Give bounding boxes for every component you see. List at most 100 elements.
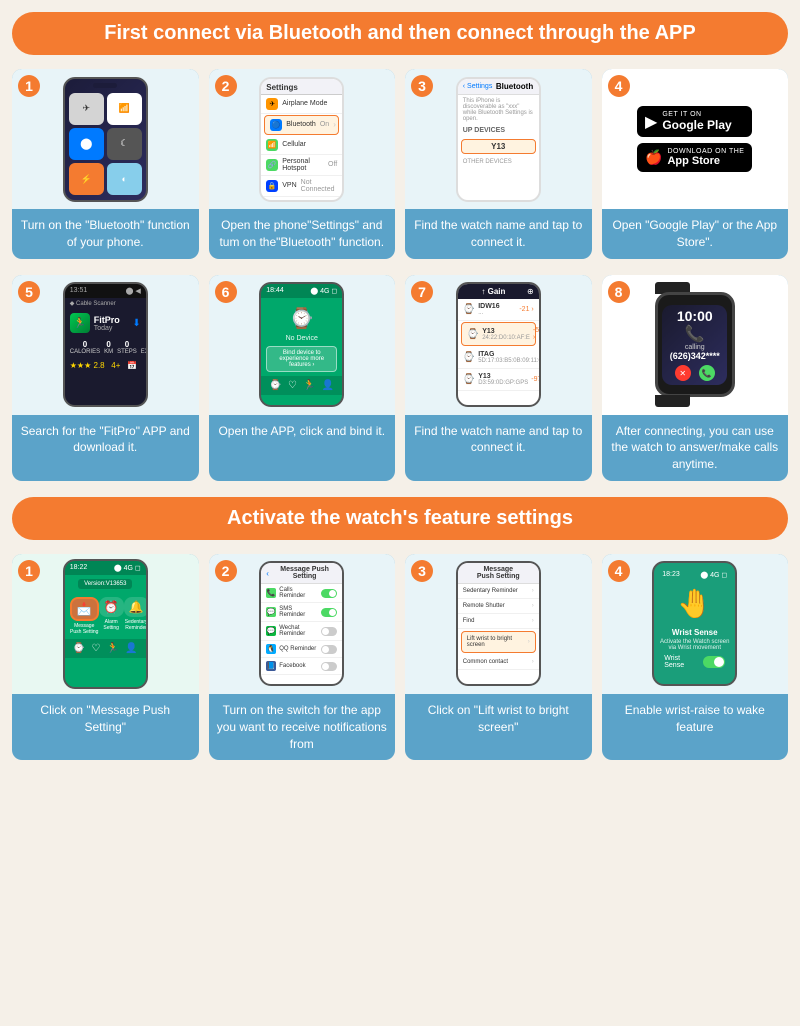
step-6-number: 6	[215, 281, 237, 303]
bind-no-device: No Device	[261, 335, 342, 342]
s2-facebook-toggle[interactable]	[321, 662, 337, 671]
step-6-desc: Open the APP, click and bind it.	[209, 415, 396, 481]
liftwrist-screen-mockup: MessagePush Setting Sedentary Reminder ›…	[456, 561, 541, 686]
devlist-y13-rssi: -57 ›	[533, 327, 541, 341]
devlist-icon-right: ⊕	[527, 287, 534, 296]
s2-calls-label: Calls Reminder	[279, 587, 318, 599]
ws-toggle[interactable]	[703, 656, 725, 668]
s2-sms-row: 💬 SMS Reminder	[261, 603, 342, 622]
devlist-y13-icon: ⌚	[467, 329, 479, 340]
s2-msgpush-header: ‹ Message Push Setting	[261, 563, 342, 584]
cellular-label: Cellular	[282, 141, 337, 148]
watch-answer-btn[interactable]: 📞	[699, 365, 715, 381]
bluetooth-screen-mockup: ‹ Settings Bluetooth This iPhone is disc…	[456, 77, 541, 202]
step-1-image: 1 ✈ 📶 ⬤ ☾ ⚡ ◐	[12, 69, 199, 209]
devlist-y13-2-rssi: -97	[531, 376, 541, 383]
lw-liftwrist-row[interactable]: Lift wrist to bright screen ›	[461, 631, 536, 653]
step-3-image: 3 ‹ Settings Bluetooth This iPhone is di…	[405, 69, 592, 209]
cc-misc-btn: ☾	[107, 128, 142, 160]
devlist-idw16-rssi: -21 ›	[519, 306, 533, 313]
step-7-image: 7 ↑ Gain ⊕ ⌚ IDW16 ... -21 › ⌚	[405, 275, 592, 415]
s2-qq-toggle[interactable]	[321, 645, 337, 654]
watch-decline-btn[interactable]: ✕	[675, 365, 691, 381]
wristsense-screen-mockup: 18:23 ⬤ 4G ◻ 🤚 Wrist Sense Activate the …	[652, 561, 737, 686]
s2-step-1-number: 1	[18, 560, 40, 582]
s2-step-3-card: 3 MessagePush Setting Sedentary Reminder…	[405, 554, 592, 760]
fp-steps: 0 STEPS	[117, 340, 137, 355]
s2-wechat-row: 💬 Wechat Reminder	[261, 622, 342, 641]
step-2-image: 2 Settings ✈ Airplane Mode 🔵 Bluetooth O…	[209, 69, 396, 209]
vpn-value: Not Connected	[301, 179, 338, 193]
step-4-card: 4 ▶ GET IT ON Google Play 🍎 Download on …	[602, 69, 789, 259]
airplane-icon: ✈	[266, 98, 278, 110]
bind-nav-profile: 👤	[322, 380, 334, 391]
steps-row-1: 1 ✈ 📶 ⬤ ☾ ⚡ ◐ Turn on the "Bluetooth" fu…	[12, 69, 788, 259]
devlist-y13-2-row: ⌚ Y13 D3:59:0D:GP:GPS -97	[458, 369, 539, 391]
step-7-number: 7	[411, 281, 433, 303]
fp-status-icons: ⬤ ◀	[126, 287, 141, 295]
chevron-icon: ›	[333, 120, 336, 129]
step-8-desc: After connecting, you can use the watch …	[602, 415, 789, 481]
devlist-itag-row: ⌚ ITAG 5D:17:03:B5:0B:09:11:0 -72	[458, 347, 539, 369]
s2-nav-health: ♡	[91, 643, 100, 654]
bind-bottom-nav: ⌚ ♡ 🏃 👤	[261, 376, 342, 395]
s2-alarm-icon: ⏰ Alarm Setting	[99, 597, 124, 635]
s2-sms-icon: 💬	[266, 607, 276, 617]
cc-wifi-btn: 📶	[107, 93, 142, 125]
s2-qq-label: QQ Reminder	[279, 646, 318, 652]
s2-facebook-row: 📘 Facebook	[261, 658, 342, 675]
s2-wechat-toggle[interactable]	[321, 627, 337, 636]
s2-step-2-card: 2 ‹ Message Push Setting 📞 Calls Reminde…	[209, 554, 396, 760]
devlist-y13-2-info: Y13 D3:59:0D:GP:GPS	[478, 373, 528, 386]
fp-stats: 0 CALORIES 0 KM 0 STEPS 0 EXERCISES	[65, 337, 146, 358]
ws-toggle-row: Wrist Sense	[659, 655, 730, 669]
step-2-number: 2	[215, 75, 237, 97]
settings-bluetooth-row: 🔵 Bluetooth On ›	[264, 115, 339, 135]
bt-other-devices: OTHER DEVICES	[458, 157, 539, 167]
step-2-desc: Open the phone"Settings" and tum on the"…	[209, 209, 396, 259]
s2-back-btn: ‹	[266, 569, 269, 578]
bind-time: 18:44	[266, 287, 284, 295]
app-store-button[interactable]: 🍎 Download on the App Store	[637, 143, 752, 172]
bind-button[interactable]: Bind device to experience more features …	[266, 346, 337, 372]
google-play-bottom-text: Google Play	[662, 118, 731, 132]
bt-back-btn: ‹ Settings	[463, 83, 493, 90]
google-play-button[interactable]: ▶ GET IT ON Google Play	[637, 106, 752, 137]
s2-sms-toggle[interactable]	[321, 608, 337, 617]
watch-time: 10:00	[677, 308, 713, 324]
airplane-label: Airplane Mode	[282, 100, 337, 107]
watch-screen: 10:00 📞 calling (626)342**** ✕ 📞	[662, 305, 727, 385]
s2-facebook-label: Facebook	[279, 663, 318, 669]
watch-call-icon: 📞	[685, 324, 705, 344]
s2-qq-row: 🐧 QQ Reminder	[261, 641, 342, 658]
google-play-text: GET IT ON Google Play	[662, 111, 731, 132]
bt-header: ‹ Settings Bluetooth	[458, 79, 539, 95]
lw-remote-row: Remote Shutter ›	[458, 599, 539, 614]
step-5-card: 5 13:51 ⬤ ◀ ◆ Cable Scanner 🏃 FitPro Tod…	[12, 275, 199, 481]
fp-logo-icon: 🏃	[70, 313, 90, 333]
bt-device-name: Y13	[461, 139, 536, 154]
bind-screen-mockup: 18:44 ⬤ 4G ◻ ⌚ No Device Bind device to …	[259, 282, 344, 407]
s2-msg-push-icon[interactable]: 📩 MessagePush Setting	[70, 597, 99, 635]
step-4-desc: Open "Google Play" or the App Store".	[602, 209, 789, 259]
s2-step-4-desc: Enable wrist-raise to wake feature	[602, 694, 789, 760]
devlist-y13-info: Y13 24:22:D0:10:AF:E	[482, 328, 530, 341]
step-3-number: 3	[411, 75, 433, 97]
cc-row-1: ✈ 📶	[69, 93, 142, 125]
devlist-idw16-info: IDW16 ...	[478, 303, 499, 316]
ws-wrist-icon: 🤚	[677, 587, 712, 620]
watch-container: 10:00 📞 calling (626)342**** ✕ 📞	[655, 292, 735, 397]
lw-remote-arrow: ›	[532, 603, 534, 609]
watch-band-bottom	[655, 395, 690, 407]
s2-calls-toggle[interactable]	[321, 589, 337, 598]
step-1-card: 1 ✈ 📶 ⬤ ☾ ⚡ ◐ Turn on the "Bluetooth" fu…	[12, 69, 199, 259]
devlist-y13-row[interactable]: ⌚ Y13 24:22:D0:10:AF:E -57 ›	[461, 322, 536, 346]
lw-contact-arrow: ›	[532, 659, 534, 665]
s2-version: Version:V13653	[65, 579, 146, 589]
lw-find-arrow: ›	[532, 618, 534, 624]
fp-rating: ★★★ 2.8 4+ 📅	[65, 358, 146, 373]
bind-status: ⬤ 4G ◻	[310, 287, 337, 295]
s2-bind-header: 18:22 ⬤ 4G ◻	[65, 561, 146, 575]
cc-screen-btn: ◐	[107, 163, 142, 195]
s2-step-3-desc: Click on "Lift wrist to bright screen"	[405, 694, 592, 760]
